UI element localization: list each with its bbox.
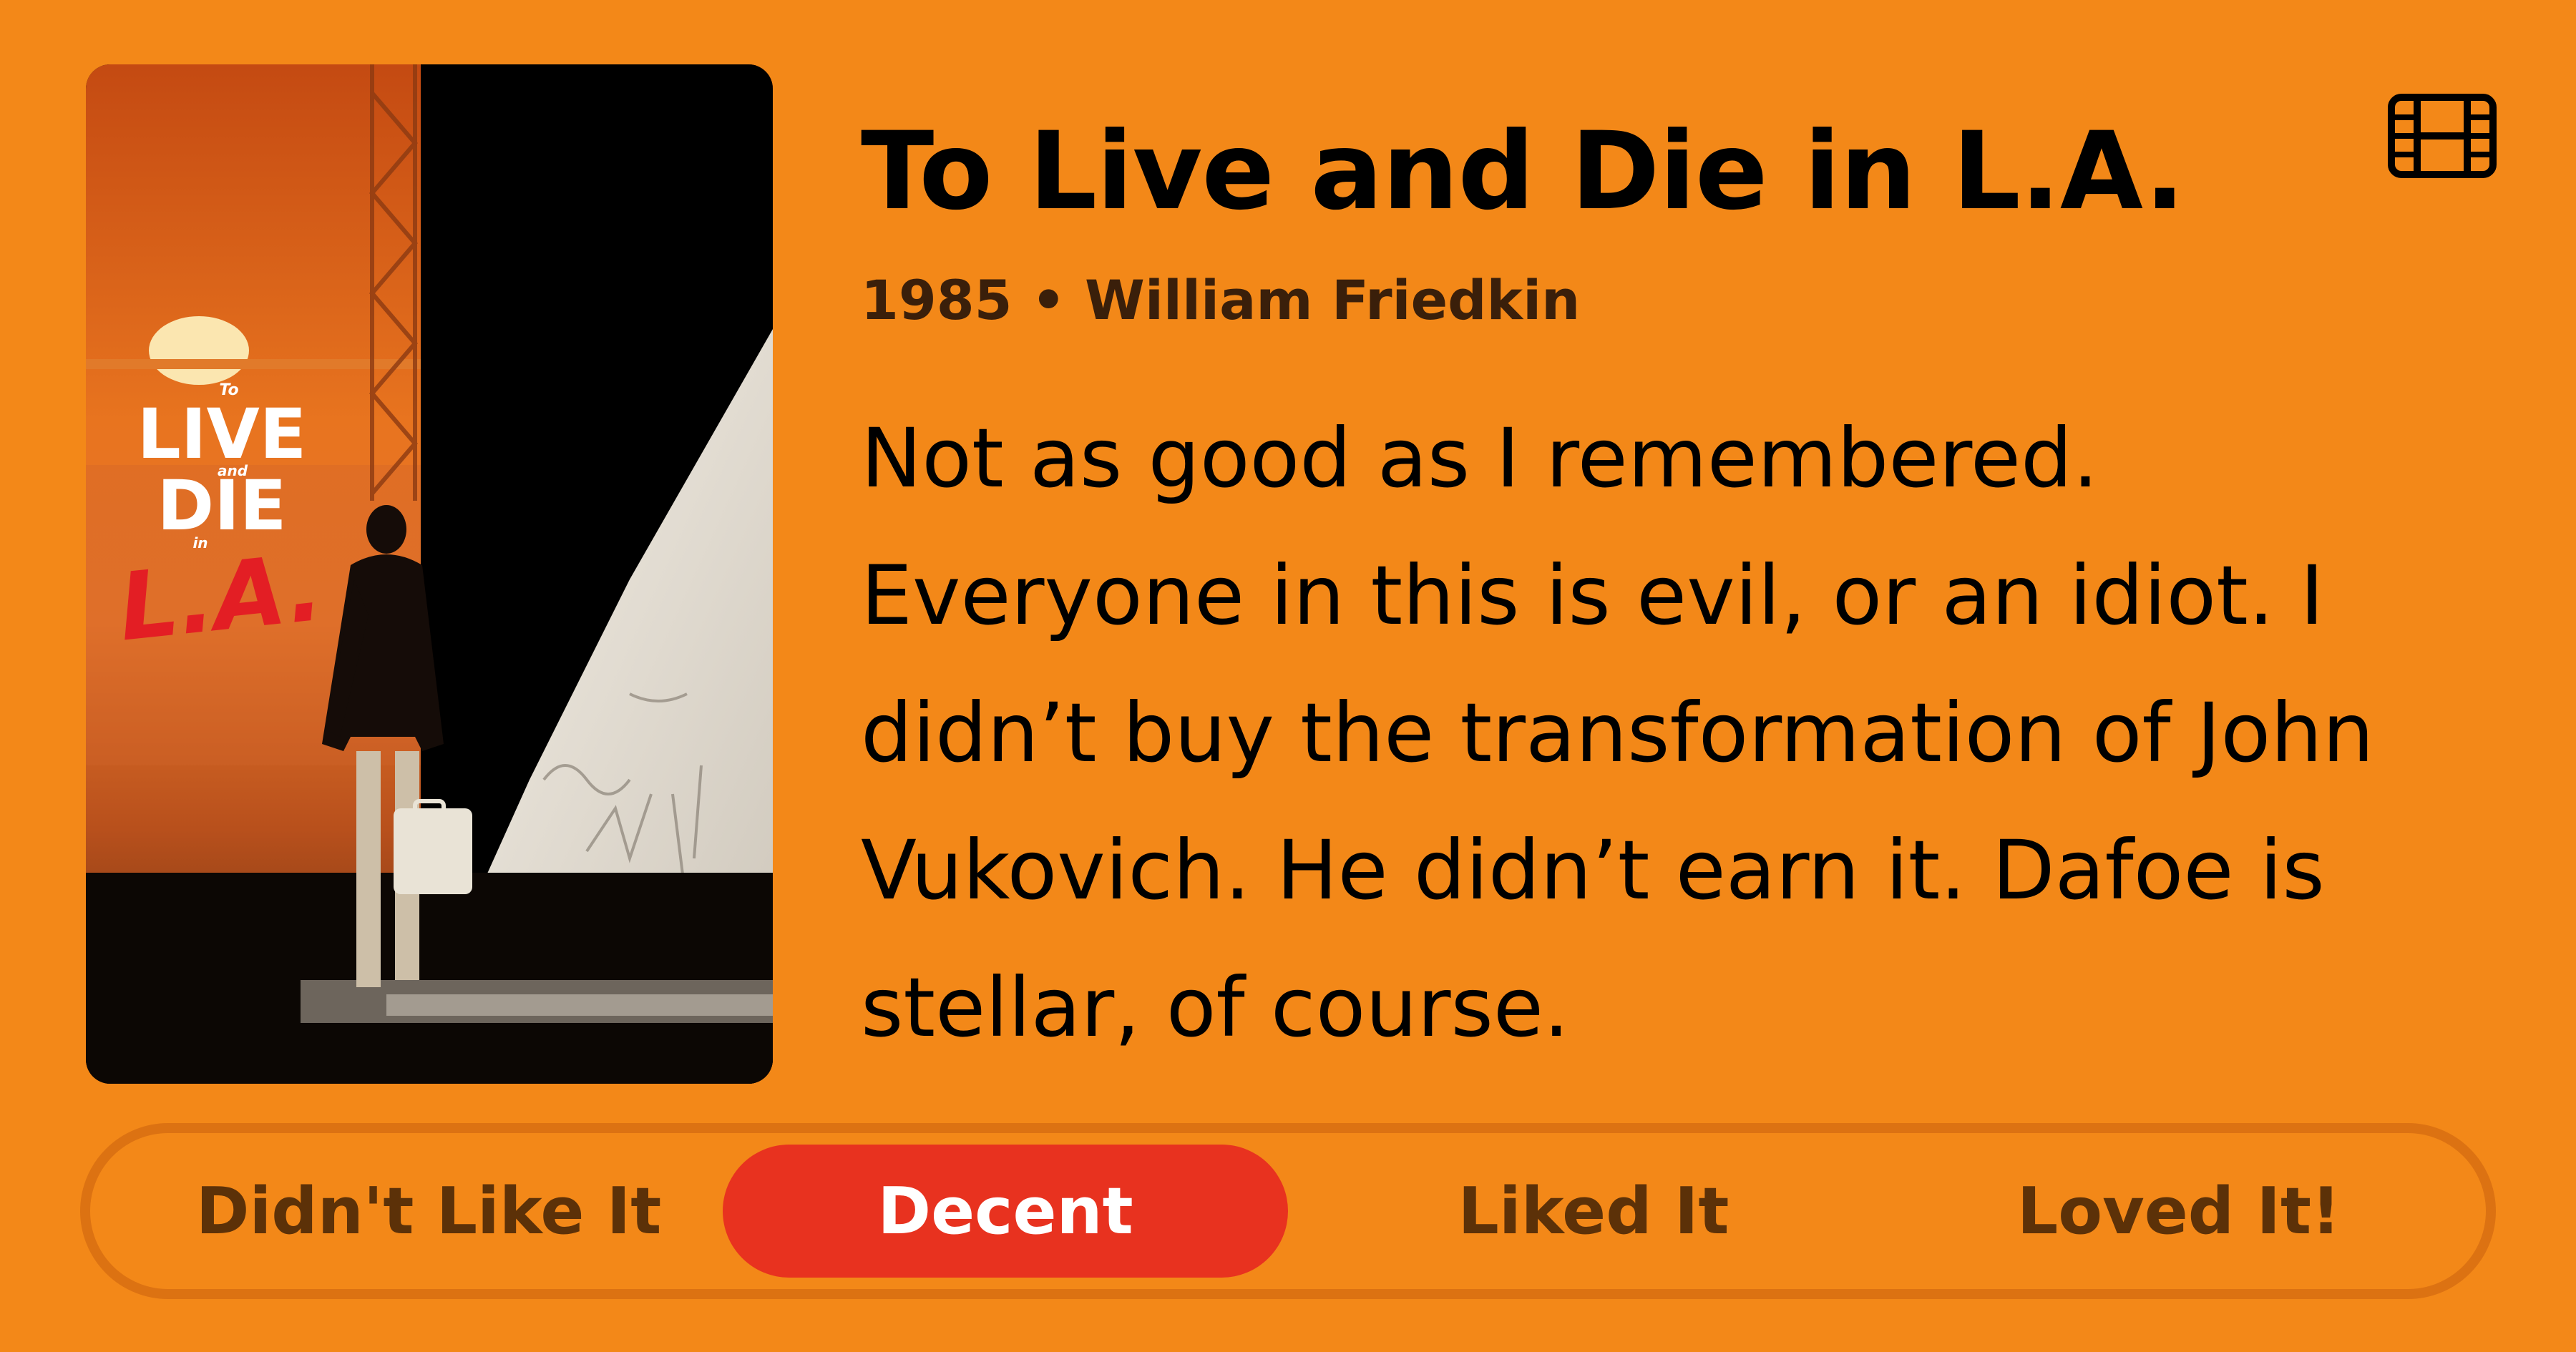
poster-artwork: To LIVE and DIE in L.A.	[86, 64, 773, 1084]
rating-option-didnt-like-it[interactable]: Didn't Like It	[119, 1145, 738, 1278]
movie-year: 1985	[861, 268, 1013, 332]
film-icon	[2387, 93, 2497, 179]
movie-poster: To LIVE and DIE in L.A.	[86, 64, 773, 1084]
meta-separator: •	[1031, 268, 1066, 332]
movie-director: William Friedkin	[1085, 268, 1581, 332]
review-text: Not as good as I remembered. Everyone in…	[861, 411, 2374, 1055]
poster-logo-la: L.A.	[114, 533, 328, 662]
poster-logo-die: DIE	[157, 466, 287, 546]
rating-option-decent[interactable]: Decent	[723, 1145, 1288, 1278]
movie-title: To Live and Die in L.A.	[861, 109, 2185, 234]
rating-selector: Didn't Like It Decent Liked It Loved It!	[80, 1123, 2496, 1299]
rating-option-liked-it[interactable]: Liked It	[1311, 1145, 1876, 1278]
movie-meta: 1985 • William Friedkin	[861, 265, 1580, 336]
review-card: To LIVE and DIE in L.A. To Live and Die …	[0, 0, 2576, 1352]
rating-option-loved-it[interactable]: Loved It!	[1896, 1145, 2462, 1278]
